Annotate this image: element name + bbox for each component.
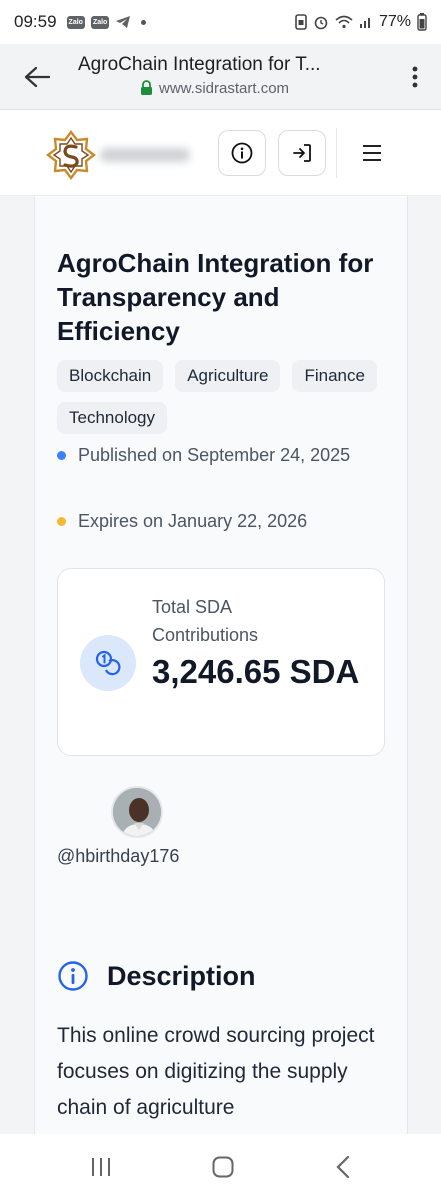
status-bar: 09:59 Zalo Zalo 77% [0,0,441,44]
info-button[interactable] [218,130,266,176]
info-icon [231,142,253,164]
header-divider [336,128,337,178]
sidra-logo-icon[interactable] [46,130,96,180]
browser-page-title[interactable]: AgroChain Integration for T... [78,54,321,76]
tag-agriculture[interactable]: Agriculture [175,360,281,392]
lock-status-icon [295,14,307,30]
kebab-menu-icon [412,66,418,87]
avatar-photo-icon [113,788,161,836]
lock-icon [141,80,152,95]
signal-icon [359,18,370,28]
arrow-left-icon [24,66,50,87]
android-nav-bar [0,1134,441,1200]
battery-percentage: 77% [378,13,411,30]
project-title: AgroChain Integration for Transparency a… [57,248,374,346]
published-dot-icon [57,451,66,460]
tag-finance[interactable]: Finance [292,360,377,392]
description-text: This online crowd sourcing project focus… [57,1024,375,1119]
published-date-row: Published on September 24, 2025 [57,441,377,469]
wifi-icon [335,15,353,29]
battery-icon [417,13,427,31]
home-icon[interactable] [211,1155,235,1179]
site-header [0,110,441,196]
expires-dot-icon [57,517,66,526]
published-date: Published on September 24, 2025 [78,445,351,465]
info-circle-icon [58,961,88,991]
zalo-icon: Zalo [90,15,110,29]
contributions-label: Total SDA Contributions [152,597,259,645]
user-avatar[interactable] [111,786,163,838]
zalo-icon: Zalo [66,15,85,29]
login-icon [293,144,311,162]
coins-icon-wrapper [80,635,136,691]
url-bar[interactable]: www.sidrastart.com [140,80,289,97]
expires-date-row: Expires on January 22, 2026 [57,507,377,535]
description-heading: Description [107,960,256,991]
notification-dot-icon [141,19,147,25]
description-header: Description [57,960,256,992]
hamburger-menu-button[interactable] [358,140,386,166]
project-card: AgroChain Integration for Transparency a… [34,196,408,1136]
contributions-card: Total SDA Contributions 3,246.65 SDA [57,568,385,756]
login-button[interactable] [278,130,326,176]
contributions-value: 3,246.65 SDA [152,653,360,690]
browser-menu-button[interactable] [395,44,435,110]
tag-list: Blockchain Agriculture Finance Technolog… [57,360,377,434]
back-nav-icon[interactable] [334,1155,352,1179]
telegram-icon [116,16,131,28]
tag-blockchain[interactable]: Blockchain [57,360,164,392]
creator-username[interactable]: @hbirthday176 [57,846,179,867]
tag-technology[interactable]: Technology [57,402,168,434]
back-button[interactable] [12,44,62,110]
browser-toolbar: AgroChain Integration for T... www.sidra… [0,44,441,110]
site-name-blurred [100,148,190,162]
coins-icon [95,650,121,676]
alarm-icon [314,16,328,30]
url-text: www.sidrastart.com [159,79,290,97]
status-time: 09:59 [14,12,57,31]
expires-date: Expires on January 22, 2026 [78,511,308,531]
recent-apps-icon[interactable] [89,1156,113,1178]
